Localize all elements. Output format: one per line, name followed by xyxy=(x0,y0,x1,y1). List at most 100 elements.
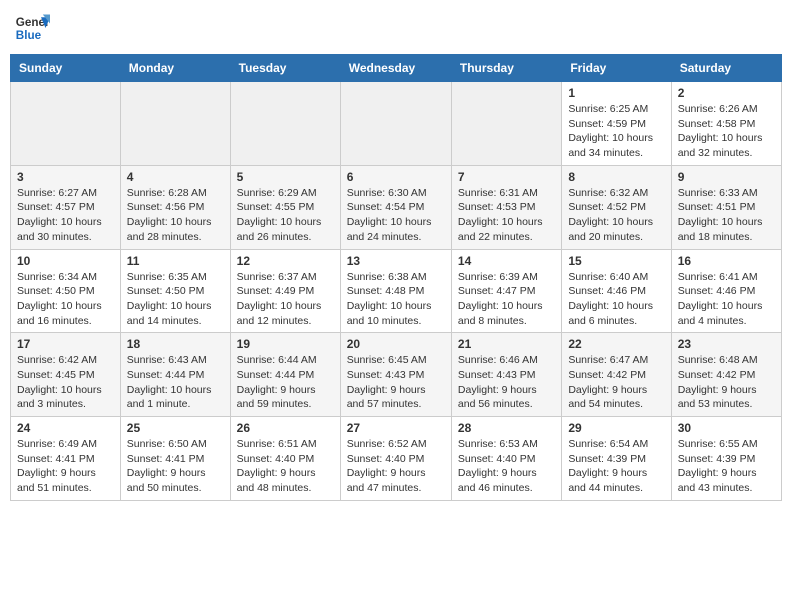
calendar-cell xyxy=(11,82,121,166)
day-number: 23 xyxy=(678,337,775,351)
calendar-cell: 30 Sunrise: 6:55 AM Sunset: 4:39 PM Dayli… xyxy=(671,417,781,501)
day-number: 12 xyxy=(237,254,334,268)
calendar-cell: 20 Sunrise: 6:45 AM Sunset: 4:43 PM Dayli… xyxy=(340,333,451,417)
day-number: 9 xyxy=(678,170,775,184)
weekday-tuesday: Tuesday xyxy=(230,55,340,82)
day-info: Sunrise: 6:47 AM Sunset: 4:42 PM Dayligh… xyxy=(568,353,664,412)
day-number: 19 xyxy=(237,337,334,351)
calendar-cell: 19 Sunrise: 6:44 AM Sunset: 4:44 PM Dayli… xyxy=(230,333,340,417)
weekday-saturday: Saturday xyxy=(671,55,781,82)
day-number: 4 xyxy=(127,170,224,184)
calendar-cell: 27 Sunrise: 6:52 AM Sunset: 4:40 PM Dayli… xyxy=(340,417,451,501)
day-info: Sunrise: 6:25 AM Sunset: 4:59 PM Dayligh… xyxy=(568,102,664,161)
day-number: 1 xyxy=(568,86,664,100)
day-info: Sunrise: 6:42 AM Sunset: 4:45 PM Dayligh… xyxy=(17,353,114,412)
weekday-sunday: Sunday xyxy=(11,55,121,82)
day-info: Sunrise: 6:38 AM Sunset: 4:48 PM Dayligh… xyxy=(347,270,445,329)
calendar-cell: 29 Sunrise: 6:54 AM Sunset: 4:39 PM Dayli… xyxy=(562,417,671,501)
calendar-cell: 15 Sunrise: 6:40 AM Sunset: 4:46 PM Dayli… xyxy=(562,249,671,333)
calendar-cell xyxy=(230,82,340,166)
day-number: 22 xyxy=(568,337,664,351)
day-info: Sunrise: 6:33 AM Sunset: 4:51 PM Dayligh… xyxy=(678,186,775,245)
calendar-cell: 6 Sunrise: 6:30 AM Sunset: 4:54 PM Daylig… xyxy=(340,165,451,249)
weekday-monday: Monday xyxy=(120,55,230,82)
logo-icon: General Blue xyxy=(14,10,50,46)
calendar-cell: 25 Sunrise: 6:50 AM Sunset: 4:41 PM Dayli… xyxy=(120,417,230,501)
calendar-cell: 8Sunrise: 6:32 AM Sunset: 4:52 PM Daylig… xyxy=(562,165,671,249)
day-info: Sunrise: 6:34 AM Sunset: 4:50 PM Dayligh… xyxy=(17,270,114,329)
day-info: Sunrise: 6:41 AM Sunset: 4:46 PM Dayligh… xyxy=(678,270,775,329)
calendar-cell: 5 Sunrise: 6:29 AM Sunset: 4:55 PM Daylig… xyxy=(230,165,340,249)
calendar-cell: 13 Sunrise: 6:38 AM Sunset: 4:48 PM Dayli… xyxy=(340,249,451,333)
logo: General Blue xyxy=(14,10,50,46)
day-info: Sunrise: 6:35 AM Sunset: 4:50 PM Dayligh… xyxy=(127,270,224,329)
weekday-friday: Friday xyxy=(562,55,671,82)
day-info: Sunrise: 6:31 AM Sunset: 4:53 PM Dayligh… xyxy=(458,186,555,245)
calendar-week-4: 17 Sunrise: 6:42 AM Sunset: 4:45 PM Dayli… xyxy=(11,333,782,417)
calendar-cell xyxy=(340,82,451,166)
day-number: 15 xyxy=(568,254,664,268)
day-number: 25 xyxy=(127,421,224,435)
calendar-cell: 3 Sunrise: 6:27 AM Sunset: 4:57 PM Daylig… xyxy=(11,165,121,249)
day-number: 29 xyxy=(568,421,664,435)
day-info: Sunrise: 6:48 AM Sunset: 4:42 PM Dayligh… xyxy=(678,353,775,412)
day-info: Sunrise: 6:50 AM Sunset: 4:41 PM Dayligh… xyxy=(127,437,224,496)
day-number: 26 xyxy=(237,421,334,435)
page-header: General Blue xyxy=(10,10,782,46)
day-number: 7 xyxy=(458,170,555,184)
day-info: Sunrise: 6:51 AM Sunset: 4:40 PM Dayligh… xyxy=(237,437,334,496)
day-info: Sunrise: 6:43 AM Sunset: 4:44 PM Dayligh… xyxy=(127,353,224,412)
calendar-cell: 22 Sunrise: 6:47 AM Sunset: 4:42 PM Dayli… xyxy=(562,333,671,417)
day-number: 11 xyxy=(127,254,224,268)
day-number: 21 xyxy=(458,337,555,351)
day-number: 2 xyxy=(678,86,775,100)
calendar-cell: 21Sunrise: 6:46 AM Sunset: 4:43 PM Dayli… xyxy=(451,333,561,417)
calendar-cell xyxy=(120,82,230,166)
calendar-body: 1 Sunrise: 6:25 AM Sunset: 4:59 PM Daylig… xyxy=(11,82,782,501)
day-info: Sunrise: 6:53 AM Sunset: 4:40 PM Dayligh… xyxy=(458,437,555,496)
day-number: 18 xyxy=(127,337,224,351)
day-info: Sunrise: 6:30 AM Sunset: 4:54 PM Dayligh… xyxy=(347,186,445,245)
calendar-cell: 18 Sunrise: 6:43 AM Sunset: 4:44 PM Dayli… xyxy=(120,333,230,417)
calendar-week-5: 24 Sunrise: 6:49 AM Sunset: 4:41 PM Dayli… xyxy=(11,417,782,501)
calendar-cell: 23 Sunrise: 6:48 AM Sunset: 4:42 PM Dayli… xyxy=(671,333,781,417)
day-number: 14 xyxy=(458,254,555,268)
calendar-cell: 24 Sunrise: 6:49 AM Sunset: 4:41 PM Dayli… xyxy=(11,417,121,501)
day-info: Sunrise: 6:26 AM Sunset: 4:58 PM Dayligh… xyxy=(678,102,775,161)
day-number: 8 xyxy=(568,170,664,184)
day-info: Sunrise: 6:40 AM Sunset: 4:46 PM Dayligh… xyxy=(568,270,664,329)
calendar-cell: 1 Sunrise: 6:25 AM Sunset: 4:59 PM Daylig… xyxy=(562,82,671,166)
day-number: 30 xyxy=(678,421,775,435)
calendar-cell: 16 Sunrise: 6:41 AM Sunset: 4:46 PM Dayli… xyxy=(671,249,781,333)
day-number: 13 xyxy=(347,254,445,268)
day-info: Sunrise: 6:55 AM Sunset: 4:39 PM Dayligh… xyxy=(678,437,775,496)
day-number: 6 xyxy=(347,170,445,184)
day-info: Sunrise: 6:28 AM Sunset: 4:56 PM Dayligh… xyxy=(127,186,224,245)
calendar-cell: 17 Sunrise: 6:42 AM Sunset: 4:45 PM Dayli… xyxy=(11,333,121,417)
day-info: Sunrise: 6:52 AM Sunset: 4:40 PM Dayligh… xyxy=(347,437,445,496)
day-info: Sunrise: 6:54 AM Sunset: 4:39 PM Dayligh… xyxy=(568,437,664,496)
weekday-header-row: SundayMondayTuesdayWednesdayThursdayFrid… xyxy=(11,55,782,82)
day-number: 10 xyxy=(17,254,114,268)
calendar-cell: 14 Sunrise: 6:39 AM Sunset: 4:47 PM Dayli… xyxy=(451,249,561,333)
day-number: 17 xyxy=(17,337,114,351)
day-info: Sunrise: 6:39 AM Sunset: 4:47 PM Dayligh… xyxy=(458,270,555,329)
calendar-cell: 11 Sunrise: 6:35 AM Sunset: 4:50 PM Dayli… xyxy=(120,249,230,333)
calendar-cell: 7 Sunrise: 6:31 AM Sunset: 4:53 PM Daylig… xyxy=(451,165,561,249)
day-info: Sunrise: 6:27 AM Sunset: 4:57 PM Dayligh… xyxy=(17,186,114,245)
calendar-cell: 2 Sunrise: 6:26 AM Sunset: 4:58 PM Daylig… xyxy=(671,82,781,166)
day-info: Sunrise: 6:44 AM Sunset: 4:44 PM Dayligh… xyxy=(237,353,334,412)
calendar-cell: 9 Sunrise: 6:33 AM Sunset: 4:51 PM Daylig… xyxy=(671,165,781,249)
day-number: 28 xyxy=(458,421,555,435)
day-number: 27 xyxy=(347,421,445,435)
day-number: 20 xyxy=(347,337,445,351)
day-number: 5 xyxy=(237,170,334,184)
day-number: 3 xyxy=(17,170,114,184)
day-info: Sunrise: 6:49 AM Sunset: 4:41 PM Dayligh… xyxy=(17,437,114,496)
day-info: Sunrise: 6:29 AM Sunset: 4:55 PM Dayligh… xyxy=(237,186,334,245)
day-info: Sunrise: 6:45 AM Sunset: 4:43 PM Dayligh… xyxy=(347,353,445,412)
calendar-week-3: 10 Sunrise: 6:34 AM Sunset: 4:50 PM Dayli… xyxy=(11,249,782,333)
day-number: 24 xyxy=(17,421,114,435)
day-number: 16 xyxy=(678,254,775,268)
calendar-cell: 4 Sunrise: 6:28 AM Sunset: 4:56 PM Daylig… xyxy=(120,165,230,249)
